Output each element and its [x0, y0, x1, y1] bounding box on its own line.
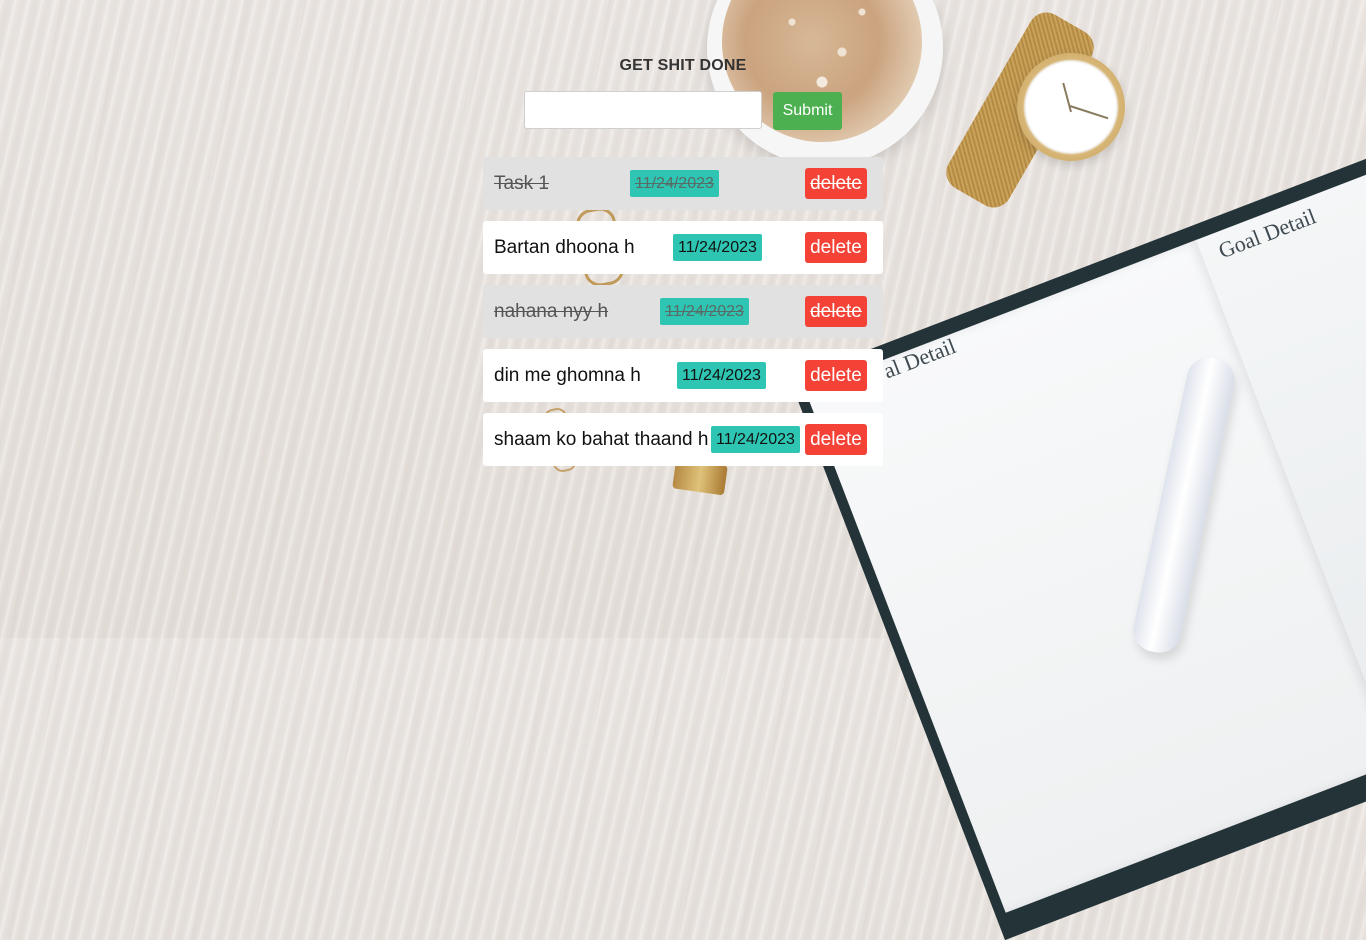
task-text: Bartan dhoona h — [494, 237, 635, 258]
task-text: Task 1 — [494, 173, 549, 194]
task-date-badge: 11/24/2023 — [673, 234, 762, 261]
task-input[interactable] — [524, 91, 762, 129]
task-date-badge: 11/24/2023 — [660, 298, 749, 325]
task-date-badge: 11/24/2023 — [711, 426, 800, 453]
task-text: nahana nyy h — [494, 301, 609, 322]
delete-button[interactable]: delete — [805, 232, 867, 263]
task-item[interactable]: Task 1 11/24/2023 delete — [483, 157, 883, 210]
task-text: din me ghomna h — [494, 365, 641, 386]
submit-button[interactable]: Submit — [773, 92, 842, 130]
task-item[interactable]: din me ghomna h 11/24/2023 delete — [483, 349, 883, 402]
delete-button[interactable]: delete — [805, 168, 867, 199]
task-date-badge: 11/24/2023 — [630, 170, 719, 197]
delete-button[interactable]: delete — [805, 296, 867, 327]
task-item[interactable]: nahana nyy h 11/24/2023 delete — [483, 285, 883, 338]
task-date-badge: 11/24/2023 — [677, 362, 766, 389]
task-text: shaam ko bahat thaand h — [494, 429, 709, 450]
task-item[interactable]: Bartan dhoona h 11/24/2023 delete — [483, 221, 883, 274]
add-task-form: Submit — [524, 91, 844, 131]
task-item[interactable]: shaam ko bahat thaand h 11/24/2023 delet… — [483, 413, 883, 466]
app-title: GET SHIT DONE — [619, 57, 747, 74]
delete-button[interactable]: delete — [805, 424, 867, 455]
delete-button[interactable]: delete — [805, 360, 867, 391]
